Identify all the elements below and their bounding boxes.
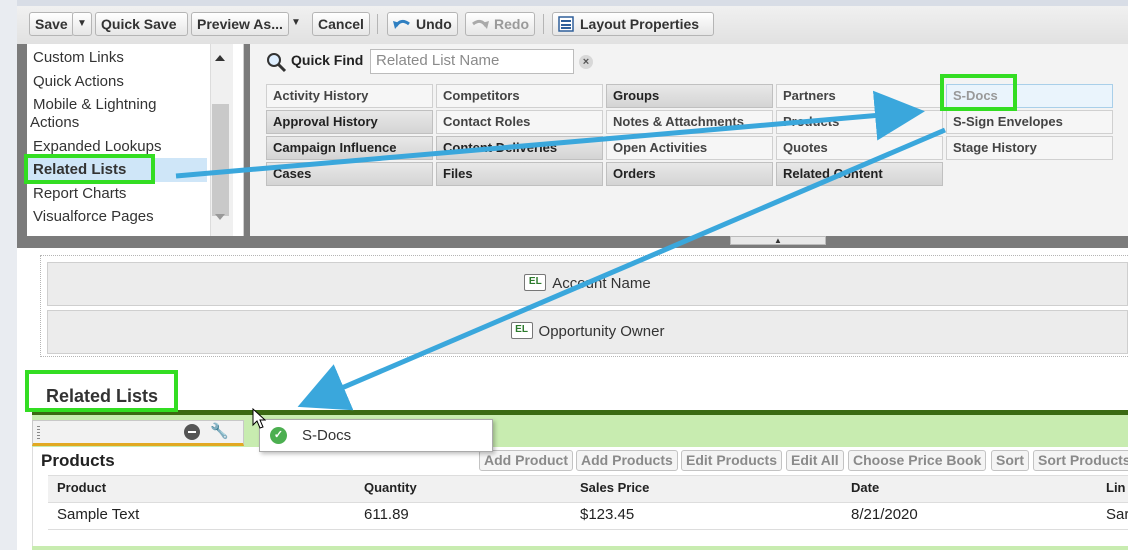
annotation-arrows <box>175 90 946 411</box>
arrow-to-s-docs <box>175 90 925 179</box>
arrow-to-related-lists <box>297 127 946 411</box>
